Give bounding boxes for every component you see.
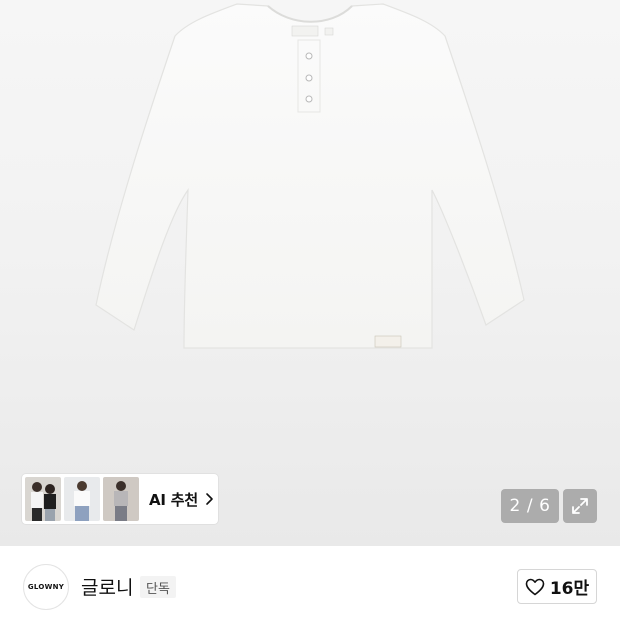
chevron-right-icon — [206, 493, 213, 505]
product-photo — [95, 3, 525, 349]
product-image-gallery[interactable]: AI 추천 2 / 6 — [0, 0, 620, 546]
like-button[interactable]: 16만 — [517, 569, 597, 604]
like-count: 16만 — [549, 579, 590, 599]
outfit-thumbnail-3[interactable] — [103, 477, 139, 521]
brand-logo[interactable]: GLOWNY — [23, 564, 69, 610]
brand-name-link[interactable]: 글로니 — [81, 573, 133, 600]
ai-recommendation-chip[interactable]: AI 추천 — [22, 474, 218, 524]
outfit-thumbnail-1[interactable] — [25, 477, 61, 521]
image-page-counter: 2 / 6 — [501, 489, 559, 523]
button-detail — [305, 52, 313, 60]
expand-icon — [572, 498, 588, 514]
exclusive-badge: 단독 — [140, 576, 176, 598]
current-image-index: 2 — [509, 496, 521, 516]
brand-logo-text: GLOWNY — [27, 583, 65, 591]
ai-recommend-label: AI 추천 — [149, 490, 199, 509]
total-image-count: 6 — [539, 496, 551, 516]
brand-row: GLOWNY 글로니 단독 16만 — [0, 546, 620, 620]
expand-button[interactable] — [563, 489, 597, 523]
counter-separator: / — [526, 496, 534, 516]
outfit-thumbnail-2[interactable] — [64, 477, 100, 521]
heart-icon — [525, 578, 545, 595]
